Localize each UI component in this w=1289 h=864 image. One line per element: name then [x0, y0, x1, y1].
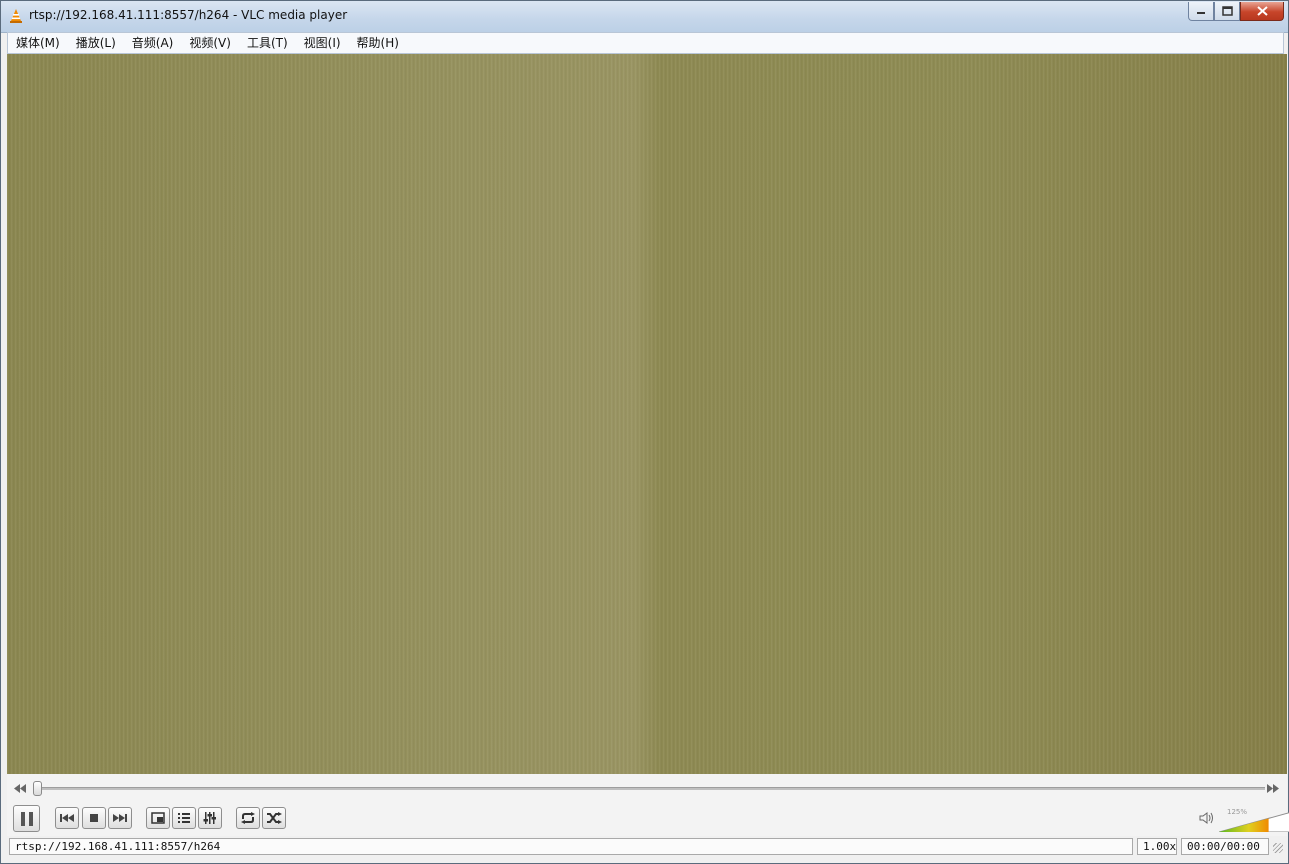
resize-grip[interactable] [1273, 843, 1283, 853]
restore-button[interactable] [1214, 2, 1240, 21]
close-icon [1256, 6, 1268, 16]
pause-button[interactable] [13, 805, 40, 832]
next-icon [113, 814, 127, 822]
shuffle-button[interactable] [262, 807, 286, 829]
menu-help[interactable]: 帮助(H) [349, 33, 407, 53]
seek-bar[interactable] [7, 780, 1287, 796]
menu-tools[interactable]: 工具(T) [239, 33, 296, 53]
video-frame [7, 54, 1287, 774]
equalizer-icon [203, 812, 216, 824]
menu-video[interactable]: 视频(V) [181, 33, 239, 53]
volume-control: 125% [1199, 808, 1289, 832]
loop-icon [241, 812, 255, 824]
stop-button[interactable] [82, 807, 106, 829]
playlist-icon [178, 813, 190, 823]
menu-playback[interactable]: 播放(L) [68, 33, 124, 53]
menu-media[interactable]: 媒体(M) [8, 33, 68, 53]
volume-label: 125% [1227, 808, 1248, 816]
speaker-icon[interactable] [1199, 811, 1215, 825]
shuffle-icon [267, 812, 282, 824]
fullscreen-icon [151, 812, 165, 824]
next-button[interactable] [108, 807, 132, 829]
status-time[interactable]: 00:00/00:00 [1181, 838, 1269, 855]
menu-view[interactable]: 视图(I) [296, 33, 349, 53]
restore-icon [1221, 6, 1233, 16]
window-controls [1188, 2, 1284, 22]
vlc-cone-icon [10, 9, 22, 23]
minimize-icon [1197, 12, 1205, 14]
title-bar[interactable]: rtsp://192.168.41.111:8557/h264 - VLC me… [1, 1, 1288, 33]
pause-icon [20, 811, 33, 826]
window-title: rtsp://192.168.41.111:8557/h264 - VLC me… [29, 8, 348, 22]
effects-button[interactable] [198, 807, 222, 829]
seek-backward-icon[interactable] [13, 784, 27, 793]
close-button[interactable] [1240, 2, 1284, 21]
status-bar: rtsp://192.168.41.111:8557/h264 1.00x 00… [7, 836, 1287, 857]
seek-track[interactable] [33, 787, 1265, 790]
fullscreen-button[interactable] [146, 807, 170, 829]
status-speed[interactable]: 1.00x [1137, 838, 1177, 855]
video-area[interactable] [7, 54, 1287, 774]
stop-icon [90, 814, 98, 822]
seek-forward-icon[interactable] [1266, 784, 1280, 793]
controls-panel: 125% [7, 774, 1289, 836]
previous-button[interactable] [55, 807, 79, 829]
minimize-button[interactable] [1188, 2, 1214, 21]
loop-button[interactable] [236, 807, 260, 829]
previous-icon [60, 814, 74, 822]
menu-bar: 媒体(M) 播放(L) 音频(A) 视频(V) 工具(T) 视图(I) 帮助(H… [7, 32, 1284, 54]
vlc-window: rtsp://192.168.41.111:8557/h264 - VLC me… [0, 0, 1289, 864]
menu-audio[interactable]: 音频(A) [124, 33, 182, 53]
playlist-button[interactable] [172, 807, 196, 829]
status-media-name: rtsp://192.168.41.111:8557/h264 [9, 838, 1133, 855]
seek-handle[interactable] [33, 781, 42, 796]
